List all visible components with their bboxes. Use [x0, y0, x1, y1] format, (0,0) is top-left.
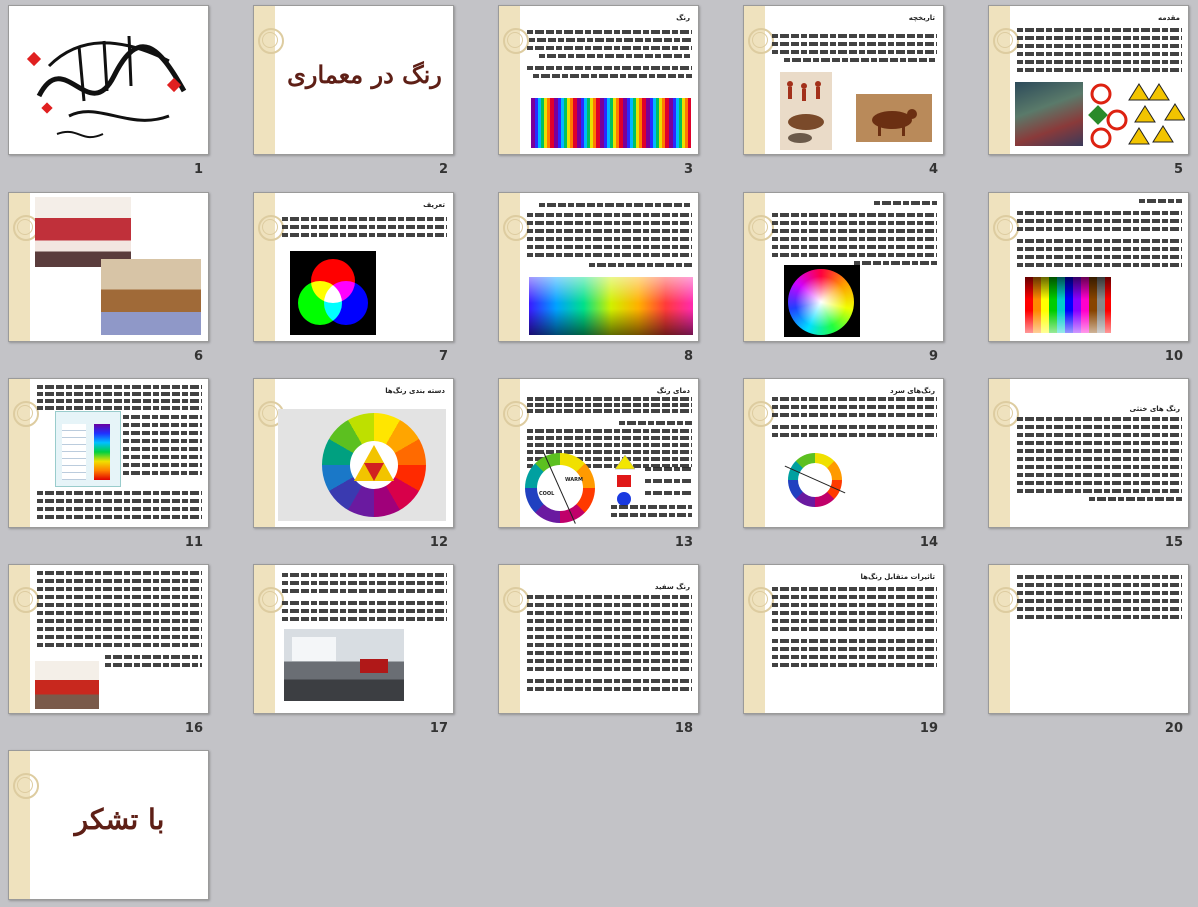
slide-sidebar	[989, 565, 1019, 713]
slide-number: 9	[928, 349, 938, 364]
color-grid-image	[529, 277, 693, 335]
slide-canvas	[253, 564, 454, 714]
visible-spectrum-image	[55, 411, 121, 487]
slide-canvas: رنگ سفید	[498, 564, 699, 714]
slide-sidebar	[744, 6, 774, 154]
slide-title: تعریف	[423, 201, 445, 209]
slide-sidebar	[499, 565, 529, 713]
slide-canvas	[743, 192, 944, 342]
slide-number: 15	[1164, 535, 1183, 550]
slide-canvas	[8, 564, 209, 714]
slide-number: 20	[1164, 721, 1183, 736]
shape-icons	[614, 454, 636, 506]
slide-number: 4	[928, 162, 938, 177]
slide-sidebar	[499, 6, 529, 154]
slide-sidebar	[254, 193, 284, 341]
slide-title: با تشکر	[74, 803, 165, 836]
slide-sidebar	[254, 6, 284, 154]
slide-canvas: رنگ	[498, 5, 699, 155]
slide-number: 11	[184, 535, 203, 550]
slide-canvas: مقدمه	[988, 5, 1189, 155]
slide-number: 16	[184, 721, 203, 736]
slide-title: رنگ‌های سرد	[890, 387, 935, 395]
slide-canvas	[8, 378, 209, 528]
cool-label: COOL	[539, 491, 555, 497]
slide-sidebar	[989, 6, 1019, 154]
slide-canvas: رنگ‌های سرد	[743, 378, 944, 528]
pink-bedroom-image	[35, 197, 131, 267]
slide-number: 6	[193, 349, 203, 364]
slide-number: 19	[919, 721, 938, 736]
warm-cool-wheel: WARM COOL	[525, 452, 595, 524]
slide-number: 2	[438, 162, 448, 177]
slide-title: دمای رنگ	[656, 387, 690, 395]
slide-number: 13	[674, 535, 693, 550]
slide-canvas	[988, 192, 1189, 342]
slide-canvas: دمای رنگ WARM COOL	[498, 378, 699, 528]
slide-title: تاثیرات متقابل رنگ‌ها	[860, 573, 935, 581]
slide-title: مقدمه	[1158, 14, 1180, 22]
slide-canvas	[8, 5, 209, 155]
slide-number: 17	[429, 721, 448, 736]
slide-sidebar	[254, 565, 284, 713]
slide-number: 3	[683, 162, 693, 177]
warning-signs-icon	[1088, 83, 1185, 149]
slide-canvas	[8, 192, 209, 342]
slide-number: 1	[193, 162, 203, 177]
slide-canvas: رنگ در معماری	[253, 5, 454, 155]
slide-sidebar	[9, 751, 39, 899]
slide-sidebar	[9, 565, 39, 713]
slide-canvas: تاثیرات متقابل رنگ‌ها	[743, 564, 944, 714]
slide-canvas: با تشکر	[8, 750, 209, 900]
slide-title: رنگ سفید	[654, 583, 690, 591]
cool-colors-wheel	[784, 453, 846, 507]
slide-canvas	[498, 192, 699, 342]
slide-number: 14	[919, 535, 938, 550]
slide-number: 5	[1173, 162, 1183, 177]
slide-sidebar	[254, 379, 284, 527]
slide-sidebar	[744, 193, 774, 341]
slide-sidebar	[744, 379, 774, 527]
slide-number: 8	[683, 349, 693, 364]
slide-sidebar	[499, 379, 529, 527]
graffiti-image	[1015, 82, 1083, 146]
slide-number: 10	[1164, 349, 1183, 364]
slide-sidebar	[499, 193, 529, 341]
color-table-image	[1025, 277, 1111, 333]
slide-canvas: تاریخچه	[743, 5, 944, 155]
slide-canvas: رنگ های خنثی	[988, 378, 1189, 528]
slide-number: 12	[429, 535, 448, 550]
rgb-circles-image	[290, 251, 376, 335]
slide-title: رنگ	[676, 14, 690, 22]
slide-number: 18	[674, 721, 693, 736]
color-wheel-diagram	[278, 409, 446, 521]
color-spectrum-image	[531, 98, 691, 148]
calligraphy-logo	[26, 35, 187, 139]
slide-title: تاریخچه	[908, 14, 935, 22]
grey-living-room-image	[284, 629, 404, 701]
slide-canvas	[988, 564, 1189, 714]
slide-sidebar	[9, 193, 39, 341]
slide-canvas: تعریف	[253, 192, 454, 342]
wooden-bedroom-image	[101, 259, 201, 335]
slide-sidebar	[9, 379, 39, 527]
warm-label: WARM	[565, 477, 583, 483]
slide-sidebar	[989, 379, 1019, 527]
red-interior-image	[35, 661, 99, 709]
cave-animal-image	[856, 94, 932, 142]
color-sphere-image	[784, 265, 860, 337]
slide-canvas: دسته بندی رنگ‌ها	[253, 378, 454, 528]
slide-number: 7	[438, 349, 448, 364]
slide-sidebar	[989, 193, 1019, 341]
slide-title: رنگ در معماری	[287, 60, 442, 89]
cave-painting-image	[780, 72, 832, 150]
slide-sidebar	[744, 565, 774, 713]
slide-title: دسته بندی رنگ‌ها	[385, 387, 445, 395]
slide-title: رنگ های خنثی	[1129, 405, 1180, 413]
